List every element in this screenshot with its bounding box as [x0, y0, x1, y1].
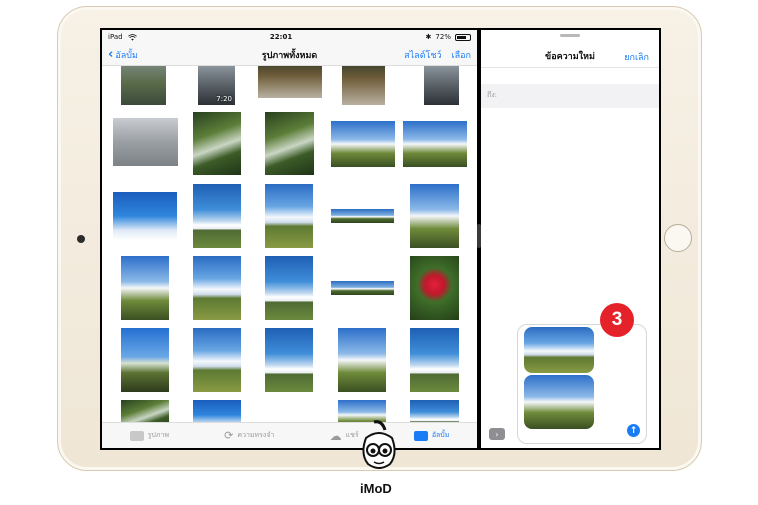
compose-field[interactable]: ↑: [517, 324, 647, 444]
select-button[interactable]: เลือก: [452, 48, 471, 62]
home-button[interactable]: [664, 224, 692, 252]
tab-photos[interactable]: รูปภาพ: [129, 430, 169, 441]
watermark-text: iMoD: [360, 481, 392, 496]
battery-percent: 72%: [435, 33, 451, 41]
photo-thumbnail[interactable]: [265, 112, 314, 175]
photo-thumbnail[interactable]: [424, 66, 459, 105]
device-label: iPad: [108, 33, 123, 41]
photo-thumbnail[interactable]: [121, 256, 169, 320]
messages-app: ข้อความใหม่ ยกเลิก ถึง: › ↑: [481, 30, 659, 448]
photo-thumbnail[interactable]: [338, 400, 386, 422]
tab-memories[interactable]: ⟳ ความทรงจำ: [224, 429, 274, 442]
tab-label: ความทรงจำ: [237, 431, 275, 439]
photo-thumbnail[interactable]: [331, 121, 395, 167]
shared-cloud-icon: ☁: [329, 428, 342, 443]
albums-folder-icon: [413, 430, 428, 441]
photo-thumbnail[interactable]: [410, 184, 459, 248]
imod-logo: iMoD: [352, 420, 406, 502]
photos-icon: [129, 430, 144, 441]
photo-thumbnail[interactable]: [410, 328, 459, 392]
photo-thumbnail[interactable]: [121, 328, 169, 392]
to-field[interactable]: ถึง:: [481, 84, 659, 108]
photo-thumbnail[interactable]: [258, 66, 322, 98]
photo-thumbnail[interactable]: [342, 66, 385, 105]
attached-photo[interactable]: [524, 327, 594, 373]
albums-back-button[interactable]: ‹ อัลบั้ม: [108, 48, 138, 62]
photo-thumbnail[interactable]: [193, 328, 241, 392]
slideshow-button[interactable]: สไลด์โชว์: [404, 48, 441, 62]
photo-thumbnail[interactable]: [410, 400, 459, 422]
photo-thumbnail[interactable]: [331, 209, 394, 223]
back-label: อัลบั้ม: [115, 50, 138, 61]
photo-thumbnail[interactable]: [113, 192, 177, 240]
apps-expand-button[interactable]: ›: [489, 428, 505, 440]
arrow-up-icon: ↑: [629, 425, 638, 436]
imod-mascot-icon: [362, 420, 396, 469]
photos-tab-bar: รูปภาพ ⟳ ความทรงจำ ☁ แชร์ อัลบั้ม: [102, 422, 477, 448]
photo-thumbnail[interactable]: [265, 256, 313, 320]
video-duration: 7:20: [216, 95, 232, 103]
photo-thumbnail[interactable]: [193, 400, 241, 422]
photo-thumbnail[interactable]: [331, 281, 394, 295]
new-message-title: ข้อความใหม่: [545, 51, 595, 62]
photo-thumbnail[interactable]: [410, 256, 459, 320]
battery-fill: [456, 35, 466, 39]
battery-icon: [454, 33, 471, 41]
video-thumbnail[interactable]: 7:20: [198, 66, 235, 105]
photo-thumbnail[interactable]: [121, 400, 169, 422]
status-time: 22:01: [269, 33, 293, 41]
photo-thumbnail[interactable]: [193, 256, 241, 320]
front-camera: [77, 235, 85, 243]
photos-navbar: ‹ อัลบั้ม รูปภาพทั้งหมด สไลด์โชว์ เลือก: [102, 44, 477, 66]
photo-thumbnail[interactable]: [338, 328, 386, 392]
tab-albums[interactable]: อัลบั้ม: [413, 430, 450, 441]
photo-grid: 7:20: [102, 66, 477, 422]
photo-thumbnail[interactable]: [265, 328, 313, 392]
photo-thumbnail[interactable]: [265, 184, 313, 248]
photo-thumbnail[interactable]: [193, 184, 241, 248]
tab-label: รูปภาพ: [147, 431, 169, 439]
cancel-button[interactable]: ยกเลิก: [624, 50, 649, 64]
to-label: ถึง:: [487, 91, 498, 99]
tab-label: อัลบั้ม: [431, 431, 450, 439]
photo-thumbnail[interactable]: [403, 121, 467, 167]
bluetooth-icon: ✱: [425, 33, 432, 41]
chevron-left-icon: ‹: [108, 47, 114, 62]
wifi-icon: [127, 33, 137, 41]
photo-thumbnail[interactable]: [113, 118, 178, 166]
memories-icon: ⟳: [224, 429, 234, 442]
callout-number: 3: [611, 309, 623, 330]
photos-app: iPad 22:01 ✱ 72% ‹ อัลบั้ม รูปภาพทั้งหมด…: [102, 30, 477, 448]
stage: iPad 22:01 ✱ 72% ‹ อัลบั้ม รูปภาพทั้งหมด…: [0, 0, 758, 505]
send-button[interactable]: ↑: [627, 424, 640, 437]
chevron-right-icon: ›: [495, 429, 499, 439]
attached-photo[interactable]: [524, 375, 594, 429]
ipad-frame: iPad 22:01 ✱ 72% ‹ อัลบั้ม รูปภาพทั้งหมด…: [57, 6, 702, 471]
status-bar: iPad 22:01 ✱ 72%: [102, 30, 477, 44]
photo-thumbnail[interactable]: [121, 66, 166, 105]
slide-over-handle[interactable]: [560, 34, 580, 37]
callout-badge: 3: [600, 303, 634, 337]
photo-thumbnail[interactable]: [193, 112, 241, 175]
ipad-screen: iPad 22:01 ✱ 72% ‹ อัลบั้ม รูปภาพทั้งหมด…: [100, 28, 661, 450]
